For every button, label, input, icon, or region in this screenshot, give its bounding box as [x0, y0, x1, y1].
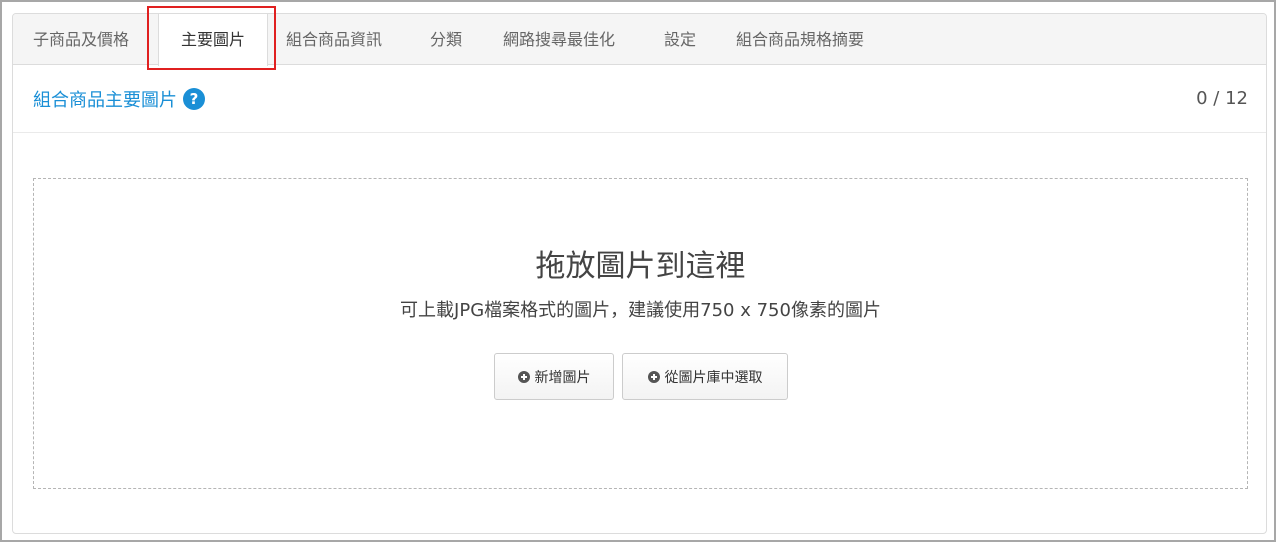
- tab-category[interactable]: 分類: [430, 14, 462, 65]
- tab-child-products-and-price[interactable]: 子商品及價格: [33, 14, 129, 65]
- tab-bundle-spec-summary[interactable]: 組合商品規格摘要: [736, 14, 864, 65]
- divider: [13, 132, 1266, 133]
- tab-seo[interactable]: 網路搜尋最佳化: [503, 14, 615, 65]
- select-from-library-button[interactable]: 從圖片庫中選取: [622, 353, 788, 400]
- tab-settings[interactable]: 設定: [664, 14, 696, 65]
- product-image-panel: 子商品及價格 主要圖片 組合商品資訊 分類 網路搜尋最佳化 設定 組合商品規格摘…: [12, 13, 1267, 534]
- select-from-library-button-label: 從圖片庫中選取: [664, 369, 763, 386]
- image-counter: 0 / 12: [1196, 88, 1248, 109]
- section-title: 組合商品主要圖片 ?: [33, 86, 205, 112]
- section-title-label: 組合商品主要圖片: [33, 90, 177, 111]
- drop-zone-hint: 可上載JPG檔案格式的圖片，建議使用750 x 750像素的圖片: [400, 300, 881, 321]
- add-image-button[interactable]: 新增圖片: [494, 353, 614, 400]
- plus-circle-icon: [647, 370, 660, 383]
- image-drop-zone[interactable]: 拖放圖片到這裡 可上載JPG檔案格式的圖片，建議使用750 x 750像素的圖片…: [33, 178, 1248, 489]
- add-image-button-label: 新增圖片: [534, 369, 591, 386]
- tab-main-images[interactable]: 主要圖片: [158, 14, 268, 66]
- tab-bar: 子商品及價格 主要圖片 組合商品資訊 分類 網路搜尋最佳化 設定 組合商品規格摘…: [13, 14, 1266, 66]
- window-frame: 子商品及價格 主要圖片 組合商品資訊 分類 網路搜尋最佳化 設定 組合商品規格摘…: [0, 0, 1276, 542]
- question-circle-icon[interactable]: ?: [183, 88, 205, 110]
- drop-zone-title: 拖放圖片到這裡: [535, 249, 746, 284]
- tab-bundle-info[interactable]: 組合商品資訊: [286, 14, 382, 65]
- plus-circle-icon: [517, 370, 530, 383]
